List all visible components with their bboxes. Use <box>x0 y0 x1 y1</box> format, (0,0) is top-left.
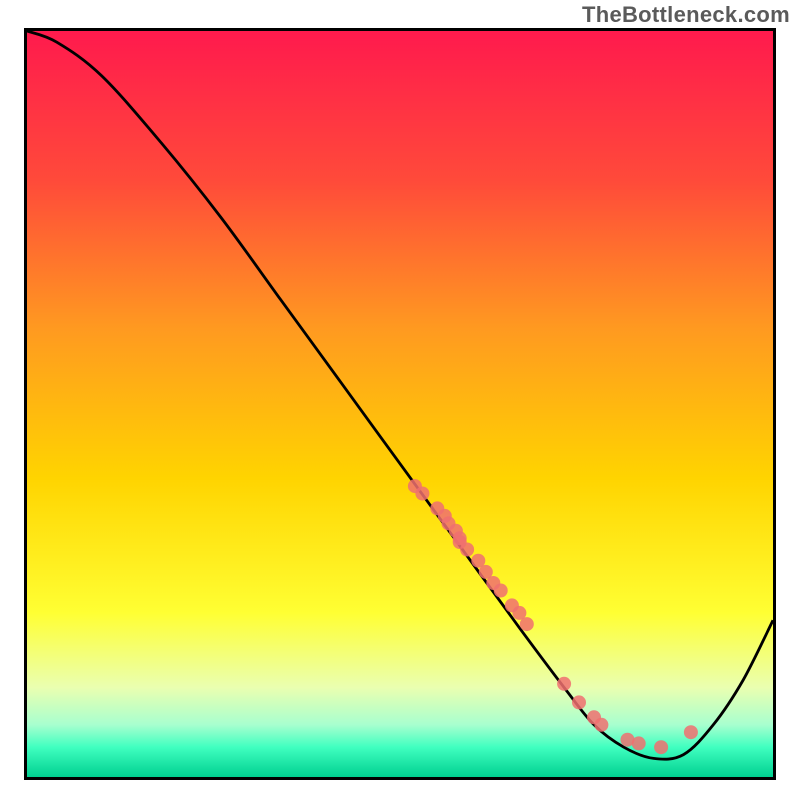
scatter-point <box>594 718 608 732</box>
scatter-point <box>684 725 698 739</box>
chart-frame <box>24 28 776 780</box>
scatter-point <box>494 584 508 598</box>
scatter-point <box>520 617 534 631</box>
scatter-point <box>632 736 646 750</box>
chart-svg <box>27 31 773 777</box>
scatter-point <box>654 740 668 754</box>
scatter-point <box>557 677 571 691</box>
scatter-point <box>460 543 474 557</box>
watermark-text: TheBottleneck.com <box>582 2 790 28</box>
scatter-point <box>572 695 586 709</box>
scatter-point <box>415 487 429 501</box>
chart-background <box>27 31 773 777</box>
chart-container: TheBottleneck.com <box>0 0 800 800</box>
